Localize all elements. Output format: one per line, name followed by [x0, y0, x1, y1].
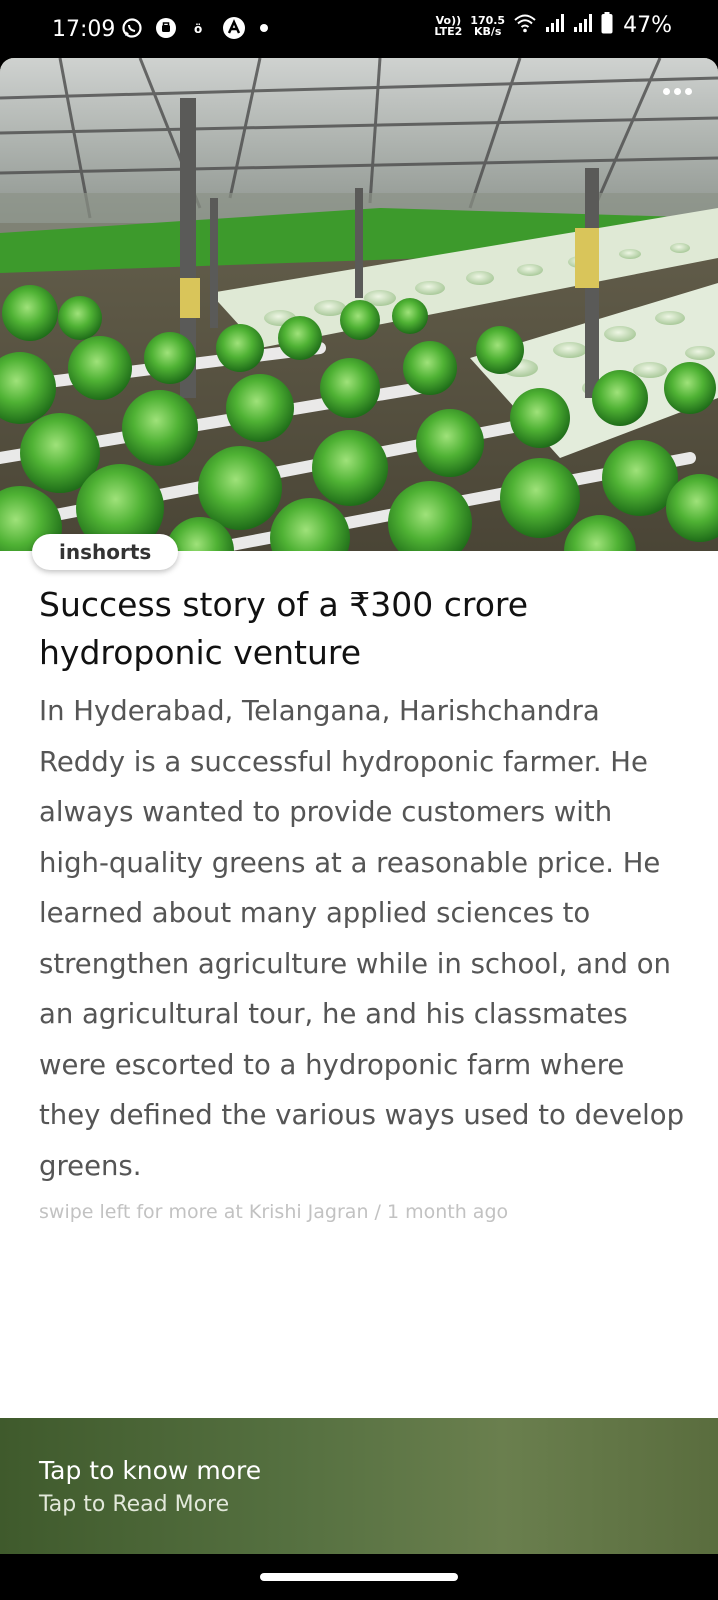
network-speed: 170.5 KB/s [470, 15, 505, 37]
status-left-icons: ö [120, 16, 268, 40]
article-body: In Hyderabad, Telangana, Harishchandra R… [39, 695, 685, 1182]
article-headline[interactable]: Success story of a ₹300 crore hydroponic… [39, 581, 679, 677]
whatsapp-icon [120, 16, 144, 40]
signal-icon-1 [545, 13, 565, 38]
more-notifications-dot [260, 24, 268, 32]
battery-percent: 47% [623, 13, 672, 38]
sim-icon: ö [188, 16, 212, 40]
speed-unit: KB/s [473, 24, 502, 38]
news-card[interactable]: inshorts Success story of a ₹300 crore h… [0, 58, 718, 1554]
volte-label: Vo)) [435, 13, 462, 27]
status-bar: 17:09 ö Vo)) LTE2 170.5 KB/s 47% [0, 0, 718, 58]
wifi-icon [513, 12, 537, 39]
read-more-banner[interactable]: Tap to know more Tap to Read More [0, 1418, 718, 1554]
read-more-subtitle: Tap to Read More [39, 1492, 230, 1517]
volte-indicator: Vo)) LTE2 [434, 15, 462, 37]
navigation-bar [0, 1554, 718, 1600]
article-meta[interactable]: swipe left for more at Krishi Jagran / 1… [39, 1201, 508, 1223]
signal-icon-2 [573, 13, 593, 38]
source-brand-badge: inshorts [32, 534, 179, 570]
home-gesture-bar[interactable] [260, 1573, 458, 1581]
lte-label: LTE2 [434, 24, 463, 38]
battery-icon [601, 12, 613, 39]
status-time: 17:09 [52, 17, 116, 42]
speed-value: 170.5 [470, 13, 506, 27]
app-icon [222, 16, 246, 40]
read-more-title: Tap to know more [39, 1456, 262, 1485]
notification-icon [154, 16, 178, 40]
hydroponic-farm-image [0, 58, 718, 551]
more-options-icon[interactable] [663, 88, 692, 95]
status-right: Vo)) LTE2 170.5 KB/s 47% [434, 12, 672, 39]
svg-text:ö: ö [194, 22, 202, 36]
article-image[interactable] [0, 58, 718, 551]
